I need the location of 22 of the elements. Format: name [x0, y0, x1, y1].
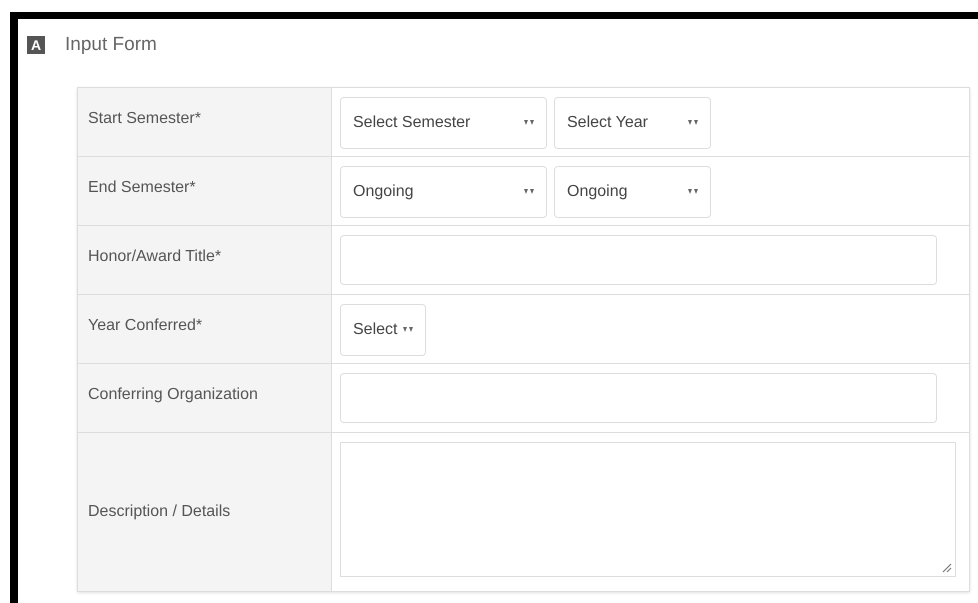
caret-icon [688, 120, 698, 126]
resize-grip-icon [942, 563, 952, 573]
dropdown[interactable]: Select Year [554, 97, 711, 149]
caret-icon [403, 327, 414, 333]
text-area[interactable] [340, 442, 956, 577]
form-title: Input Form [65, 34, 157, 56]
field-label: End Semester* [78, 157, 332, 225]
caret-icon [524, 120, 534, 126]
field-label: Description / Details [78, 433, 332, 591]
section-badge: A [27, 36, 45, 54]
dropdown[interactable]: Ongoing [340, 166, 547, 218]
field-label: Year Conferred* [78, 295, 332, 363]
dropdown[interactable]: Select [340, 304, 426, 356]
field-label: Start Semester* [78, 88, 332, 156]
dropdown[interactable]: Select Semester [340, 97, 547, 149]
caret-icon [688, 189, 698, 195]
caret-icon [524, 189, 534, 195]
dropdown[interactable]: Ongoing [554, 166, 711, 218]
field-label: Conferring Organization [78, 364, 332, 432]
input-field[interactable] [340, 373, 937, 423]
field-label: Honor/Award Title* [78, 226, 332, 294]
input-field[interactable] [340, 235, 937, 285]
